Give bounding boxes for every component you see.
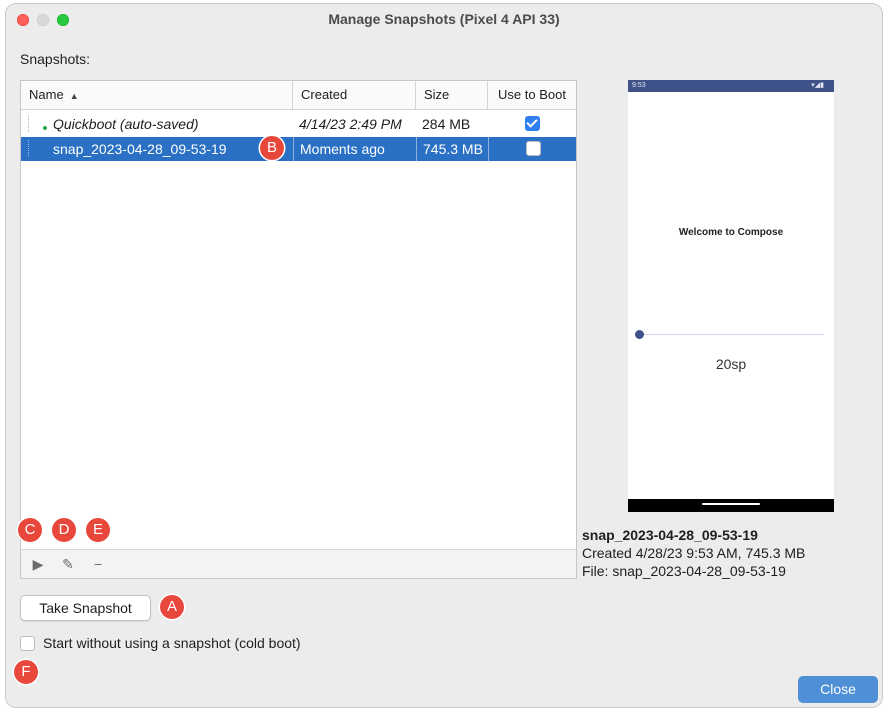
cold-boot-checkbox[interactable] [20,636,35,651]
table-row[interactable]: Quickboot (auto-saved) 4/14/23 2:49 PM 2… [21,112,576,136]
selected-snapshot-file: File: snap_2023-04-28_09-53-19 [582,563,786,579]
preview-size-text: 20sp [715,356,747,372]
column-header-name-label: Name [29,87,64,102]
snapshot-created: 4/14/23 2:49 PM [299,116,402,132]
snapshot-created: Moments ago [293,137,416,161]
snapshot-name: Quickboot (auto-saved) [53,116,199,132]
column-header-use-to-boot[interactable]: Use to Boot [488,81,576,109]
use-to-boot-cell [488,137,576,161]
column-header-created[interactable]: Created [293,81,416,109]
phone-clock: 9:53 [632,82,646,89]
window-title: Manage Snapshots (Pixel 4 API 33) [328,11,560,27]
preview-slider-track [639,334,824,335]
remove-icon[interactable]: − [88,554,108,574]
phone-nav-bar [628,499,834,512]
selected-snapshot-name: snap_2023-04-28_09-53-19 [582,527,758,543]
callout-e-badge: E [86,518,110,542]
snapshot-preview: 9:53 ▾◢▮ Welcome to Compose 20sp [628,80,834,512]
cold-boot-label[interactable]: Start without using a snapshot (cold boo… [43,635,301,651]
column-header-size[interactable]: Size [416,81,488,109]
callout-d-badge: D [52,518,76,542]
column-header-name[interactable]: Name ▲ [21,81,293,109]
use-to-boot-checkbox[interactable] [525,116,540,131]
phone-status-bar: 9:53 ▾◢▮ [628,80,834,92]
snapshot-name: snap_2023-04-28_09-53-19 [53,141,227,157]
snapshot-size: 745.3 MB [416,137,488,161]
table-row[interactable]: snap_2023-04-28_09-53-19 Moments ago 745… [21,137,576,161]
phone-signal-icon: ▾◢▮ [811,82,824,89]
edit-icon[interactable]: ✎ [58,554,78,574]
preview-welcome-text: Welcome to Compose [678,227,784,238]
manage-snapshots-dialog: Manage Snapshots (Pixel 4 API 33) Snapsh… [6,4,882,707]
sort-ascending-icon: ▲ [69,91,79,101]
callout-f-badge: F [14,660,38,684]
snapshot-toolbar: ▶ ✎ − [21,549,576,578]
home-indicator-icon [702,503,760,505]
callout-a-badge: A [160,595,184,619]
play-icon[interactable]: ▶ [28,554,48,574]
snapshots-label: Snapshots: [20,51,91,67]
use-to-boot-cell [488,112,576,136]
use-to-boot-checkbox[interactable] [526,141,541,156]
snapshot-size: 284 MB [422,116,471,132]
callout-c-badge: C [18,518,42,542]
snapshots-table: Name ▲ Created Size Use to Boot Quickboot… [20,80,577,579]
take-snapshot-button[interactable]: Take Snapshot [20,595,151,621]
table-header: Name ▲ Created Size Use to Boot [21,81,576,110]
callout-b-badge: B [260,136,284,160]
close-button[interactable]: Close [798,676,878,703]
preview-slider-thumb [634,330,644,339]
selected-snapshot-created: Created 4/28/23 9:53 AM, 745.3 MB [582,545,806,561]
